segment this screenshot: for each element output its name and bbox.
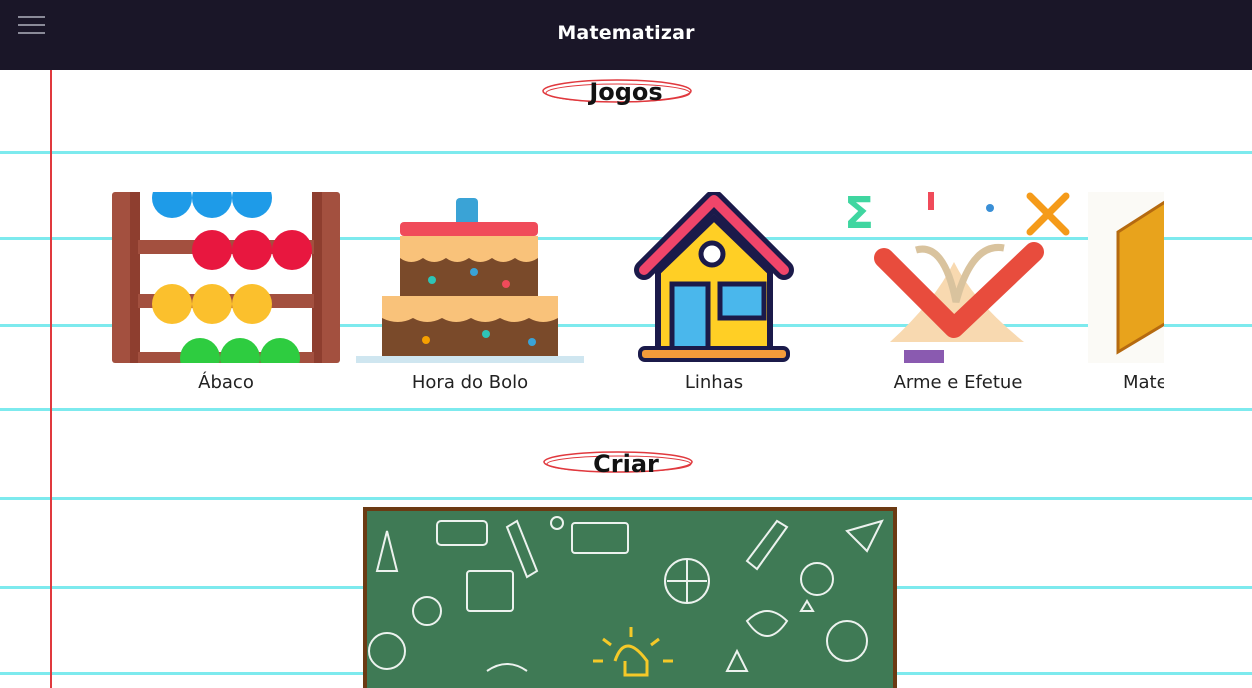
- game-label: Hora do Bolo: [411, 372, 529, 393]
- math-book-icon: Σ: [844, 192, 1072, 363]
- create-section-title: Criar: [593, 450, 659, 478]
- margin-line: [50, 70, 52, 688]
- game-card-mate[interactable]: Mate: [1088, 192, 1164, 404]
- abacus-icon: [112, 192, 340, 363]
- notebook-page: Jogos Ábaco Hora do Bolo Linhas Σ Arme e…: [0, 70, 1252, 688]
- book-icon: [1088, 192, 1164, 363]
- game-card-abaco[interactable]: Ábaco: [112, 192, 340, 404]
- game-label: Mate: [1123, 372, 1164, 393]
- game-card-linhas[interactable]: Linhas: [600, 192, 828, 404]
- game-label: Ábaco: [198, 372, 254, 393]
- cake-icon: [356, 192, 584, 363]
- top-app-bar: Matematizar: [0, 0, 1252, 70]
- svg-text:Σ: Σ: [844, 192, 874, 239]
- game-card-arme-e-efetue[interactable]: Σ Arme e Efetue: [844, 192, 1072, 404]
- chalkboard-doodles-image[interactable]: [363, 507, 897, 688]
- game-label: Arme e Efetue: [893, 372, 1023, 393]
- app-title: Matematizar: [557, 22, 695, 44]
- game-label: Linhas: [684, 372, 744, 393]
- game-card-hora-do-bolo[interactable]: Hora do Bolo: [356, 192, 584, 404]
- house-icon: [600, 192, 828, 363]
- games-carousel: Ábaco Hora do Bolo Linhas Σ Arme e Efetu…: [112, 70, 1164, 410]
